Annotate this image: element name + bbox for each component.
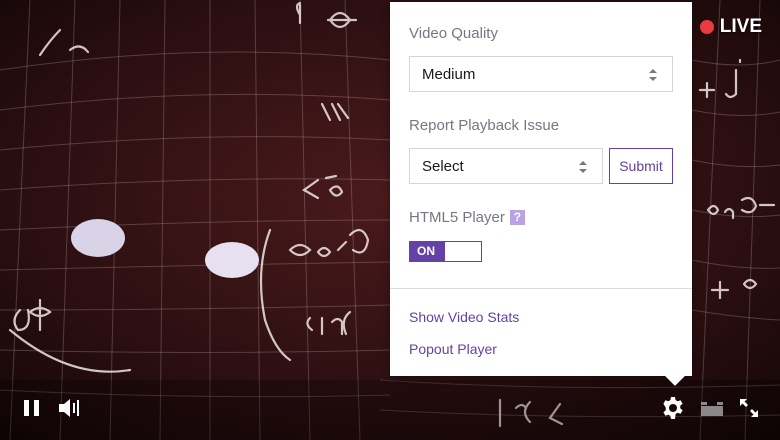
live-label: LIVE	[719, 16, 762, 37]
video-quality-label: Video Quality	[409, 25, 498, 42]
theatre-mode-icon[interactable]	[700, 399, 724, 417]
html5-player-row: HTML5 Player?	[409, 209, 525, 226]
html5-player-label: HTML5 Player	[409, 209, 505, 226]
submit-button[interactable]: Submit	[609, 148, 673, 184]
live-dot-icon	[699, 20, 714, 34]
pause-icon[interactable]	[22, 398, 42, 418]
live-badge: LIVE	[699, 16, 762, 38]
report-issue-label: Report Playback Issue	[409, 117, 560, 134]
video-quality-select[interactable]: Medium	[409, 56, 673, 92]
select-arrows-icon	[579, 161, 587, 173]
divider	[390, 288, 692, 289]
help-icon[interactable]: ?	[509, 210, 525, 225]
show-video-stats-link[interactable]: Show Video Stats	[409, 309, 519, 325]
volume-icon[interactable]	[58, 397, 82, 419]
toggle-on-label: ON	[410, 242, 445, 261]
report-issue-value: Select	[422, 157, 464, 175]
gear-icon[interactable]	[661, 396, 685, 420]
report-issue-select[interactable]: Select	[409, 148, 603, 184]
settings-panel: Video Quality Medium Report Playback Iss…	[390, 2, 692, 376]
video-player[interactable]: LIVE Video Quality Medium Report Playbac…	[0, 0, 780, 440]
fullscreen-icon[interactable]	[738, 397, 760, 419]
select-arrows-icon	[649, 69, 657, 81]
popout-player-link[interactable]: Popout Player	[409, 341, 497, 357]
video-quality-value: Medium	[422, 65, 476, 83]
html5-player-toggle[interactable]: ON	[409, 241, 482, 262]
